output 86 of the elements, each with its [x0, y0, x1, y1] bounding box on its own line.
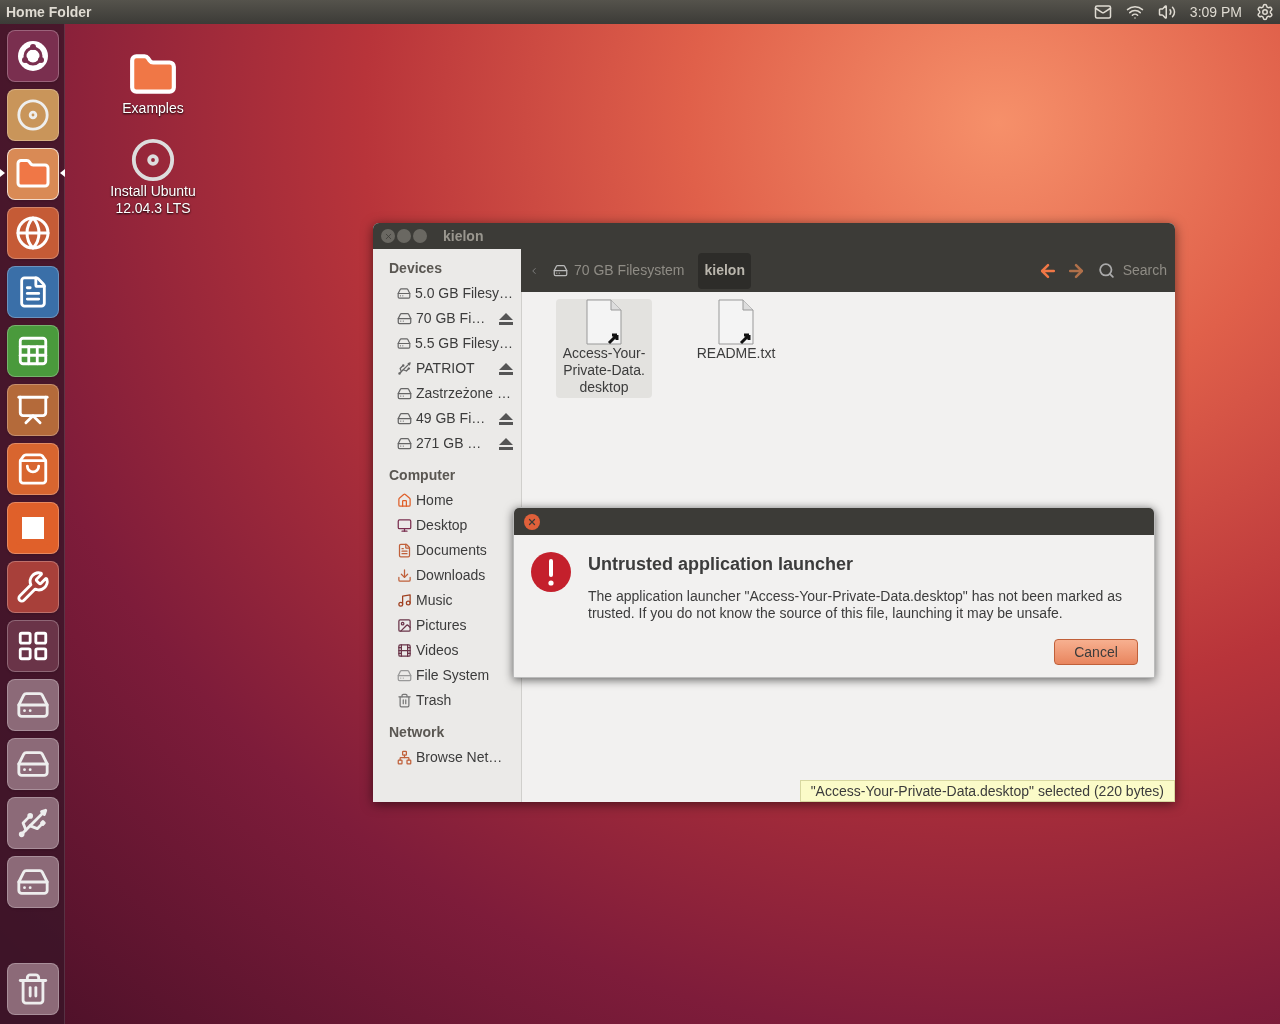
- search-icon: [1097, 262, 1115, 279]
- network-icon: [397, 750, 412, 765]
- sidebar-item[interactable]: 271 GB …: [373, 431, 521, 456]
- sidebar-item[interactable]: 5.5 GB Filesy…: [373, 331, 521, 356]
- music-icon: [397, 593, 412, 608]
- sidebar-item[interactable]: 5.0 GB Filesy…: [373, 281, 521, 306]
- window-title: Home Folder: [6, 2, 92, 22]
- close-icon: [527, 516, 537, 527]
- window-title: kielon: [443, 226, 484, 246]
- settings-icon[interactable]: [1256, 3, 1274, 21]
- sidebar-item[interactable]: 70 GB Fi…: [373, 306, 521, 331]
- dialog-message: The application launcher "Access-Your-Private-Data.desktop" has not been marked as trusted. If you do not know the source of this file, launching it may be unsafe.: [588, 588, 1123, 622]
- launcher-item[interactable]: [6, 324, 59, 377]
- sidebar-heading: Computer: [388, 465, 457, 485]
- eject-icon[interactable]: [499, 312, 513, 325]
- drive-icon: [553, 263, 568, 278]
- drive-icon: [397, 311, 412, 326]
- drive-icon: [397, 668, 412, 683]
- close-button[interactable]: [524, 513, 540, 530]
- launcher-item[interactable]: [6, 147, 59, 200]
- download-icon: [397, 568, 412, 583]
- disc-icon: [15, 97, 50, 132]
- launcher-trash[interactable]: [6, 962, 59, 1015]
- file-icon: [585, 299, 623, 345]
- sidebar-heading: Network: [388, 722, 446, 742]
- home-icon: [397, 493, 412, 508]
- clock[interactable]: 3:09 PM: [1189, 1, 1242, 23]
- drive-icon: [397, 286, 411, 301]
- close-icon: [383, 231, 393, 241]
- launcher-item[interactable]: [6, 855, 59, 908]
- drive-icon: [397, 411, 412, 426]
- file-icon: [717, 299, 755, 345]
- desktop-icon-label[interactable]: Examples: [122, 100, 184, 117]
- logo-icon: [16, 39, 49, 72]
- sidebar-item[interactable]: Downloads: [373, 563, 521, 588]
- sidebar-heading: Devices: [388, 258, 443, 278]
- sidebar-item[interactable]: Trash: [373, 688, 521, 713]
- launcher-item[interactable]: [6, 29, 59, 82]
- sidebar-item[interactable]: 49 GB Fi…: [373, 406, 521, 431]
- mail-icon[interactable]: [1093, 3, 1112, 21]
- breadcrumb[interactable]: kielon: [698, 252, 751, 289]
- launcher-item[interactable]: [6, 796, 59, 849]
- sidebar-item[interactable]: Videos: [373, 638, 521, 663]
- volume-icon[interactable]: [1157, 3, 1176, 21]
- sidebar-item[interactable]: Pictures: [373, 613, 521, 638]
- sidebar-item[interactable]: Documents: [373, 538, 521, 563]
- film-icon: [397, 643, 412, 658]
- launcher-item[interactable]: [6, 737, 59, 790]
- trash-icon: [397, 693, 412, 708]
- error-icon: [530, 551, 572, 593]
- drive-icon: [397, 386, 412, 401]
- eject-icon[interactable]: [499, 362, 513, 375]
- dialog-heading: Untrusted application launcher: [588, 553, 855, 576]
- launcher-item[interactable]: [6, 678, 59, 731]
- launcher-item[interactable]: [6, 501, 59, 554]
- launcher-item[interactable]: [6, 265, 59, 318]
- status-text: "Access-Your-Private-Data.desktop" selected (220 bytes): [799, 780, 1175, 802]
- sidebar-item[interactable]: Home: [373, 488, 521, 513]
- eject-icon[interactable]: [499, 412, 513, 425]
- sidebar-item[interactable]: Desktop: [373, 513, 521, 538]
- drive-icon: [397, 436, 412, 451]
- sidebar-item[interactable]: Music: [373, 588, 521, 613]
- launcher-item[interactable]: [6, 206, 59, 259]
- launcher-item[interactable]: [6, 442, 59, 495]
- cancel-button[interactable]: Cancel: [1054, 639, 1138, 665]
- file-item[interactable]: Access-Your- Private-Data. desktop: [556, 299, 652, 398]
- wrench-icon: [15, 569, 50, 604]
- sidebar-item[interactable]: File System: [373, 663, 521, 688]
- wifi-icon[interactable]: [1125, 3, 1144, 21]
- sidebar-item[interactable]: Zastrzeżone …: [373, 381, 521, 406]
- sidebar-item[interactable]: Browse Net…: [373, 745, 521, 770]
- launcher-item[interactable]: [6, 88, 59, 141]
- document-icon: [397, 543, 412, 558]
- globe-icon: [14, 214, 51, 251]
- usb-icon: [397, 361, 412, 376]
- sidebar-item[interactable]: PATRIOT: [373, 356, 521, 381]
- launcher-item[interactable]: [6, 619, 59, 672]
- launcher-item[interactable]: [6, 560, 59, 613]
- file-item[interactable]: README.txt: [688, 299, 784, 364]
- desktop-icon: [397, 518, 412, 533]
- launcher-item[interactable]: [6, 383, 59, 436]
- drive-icon: [397, 336, 411, 351]
- desktop-icon-label[interactable]: Install Ubuntu 12.04.3 LTS: [95, 183, 211, 217]
- disc-icon[interactable]: [130, 137, 176, 183]
- picture-icon: [397, 618, 412, 633]
- eject-icon[interactable]: [499, 437, 513, 450]
